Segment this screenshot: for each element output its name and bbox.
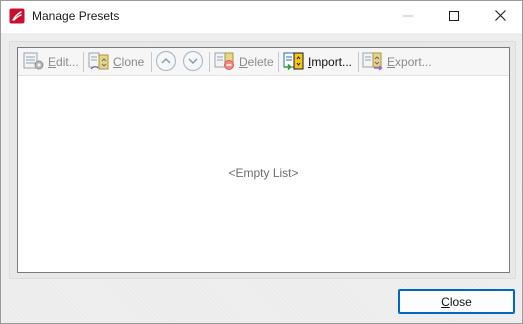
window-title: Manage Presets [32, 9, 120, 23]
move-up-button[interactable] [153, 50, 179, 75]
arrow-down-circle-icon [182, 50, 204, 75]
delete-button[interactable]: Delete [212, 51, 276, 73]
move-down-button[interactable] [180, 50, 206, 75]
toolbar-separator [278, 52, 279, 72]
close-icon [494, 10, 506, 24]
toolbar-separator [83, 52, 84, 72]
maximize-icon [449, 10, 459, 24]
close-window-button[interactable] [477, 1, 523, 33]
empty-list-text: <Empty List> [228, 166, 299, 180]
clone-preset-icon [88, 51, 110, 74]
toolbar-separator [358, 52, 359, 72]
clone-label: Clone [113, 55, 145, 69]
foxit-pdf-icon [9, 8, 25, 24]
close-button[interactable]: Close [398, 289, 515, 314]
dialog-body: Edit... Clone Delete Import... Export...… [1, 33, 522, 323]
import-label: Import... [308, 55, 353, 69]
import-preset-icon [283, 51, 305, 74]
delete-preset-icon [214, 51, 236, 74]
minimize-button[interactable] [385, 1, 431, 33]
presets-toolbar: Edit... Clone Delete Import... Export... [18, 48, 509, 76]
maximize-button[interactable] [431, 1, 477, 33]
export-preset-icon [362, 51, 384, 74]
manage-presets-dialog: Manage Presets Edit... Clone Delete Impo… [0, 0, 523, 324]
presets-list[interactable]: Edit... Clone Delete Import... Export...… [17, 47, 510, 273]
edit-label: Edit... [48, 55, 79, 69]
title-bar[interactable]: Manage Presets [1, 1, 522, 33]
arrow-up-circle-icon [155, 50, 177, 75]
minimize-icon [403, 10, 413, 24]
edit-button[interactable]: Edit... [21, 51, 81, 73]
export-button[interactable]: Export... [360, 51, 434, 73]
toolbar-separator [151, 52, 152, 72]
clone-button[interactable]: Clone [86, 51, 146, 73]
import-button[interactable]: Import... [281, 51, 354, 73]
toolbar-separator [209, 52, 210, 72]
delete-label: Delete [239, 55, 274, 69]
export-label: Export... [387, 55, 432, 69]
edit-preset-icon [23, 51, 45, 74]
presets-panel: Edit... Clone Delete Import... Export...… [9, 41, 516, 279]
close-button-label: Close [441, 294, 472, 309]
